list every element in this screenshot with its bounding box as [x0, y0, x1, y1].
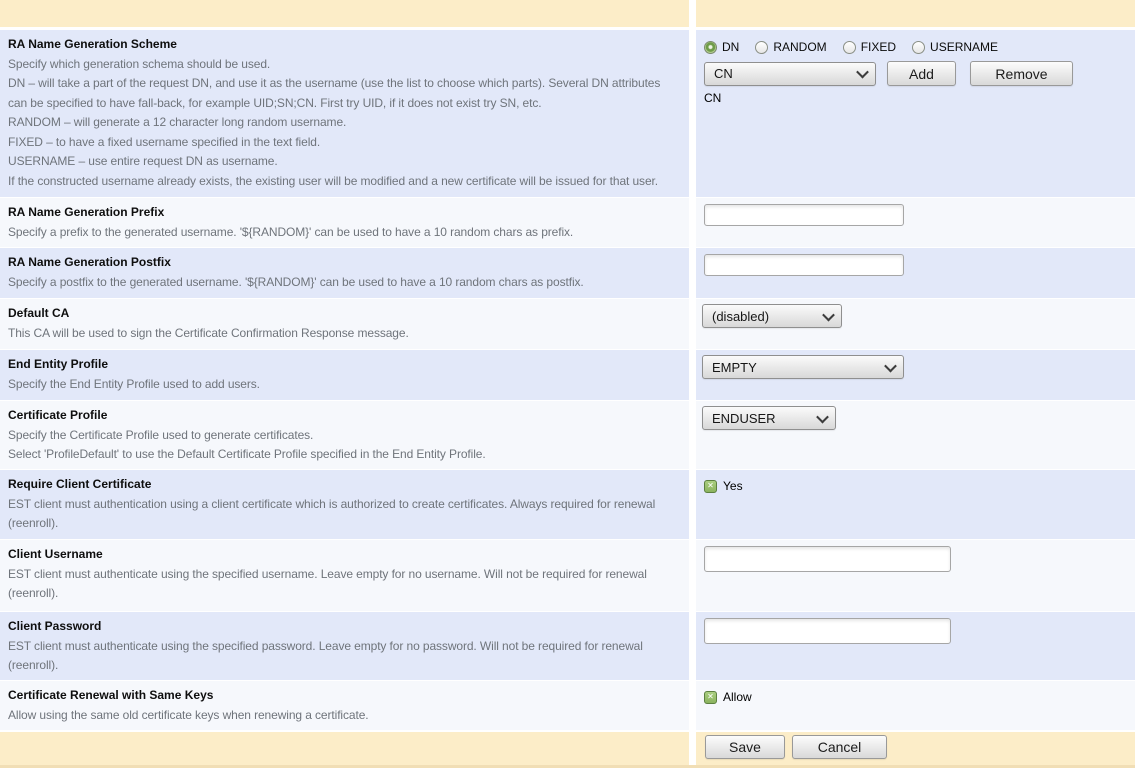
- row-certificate-renewal-same-keys: Certificate Renewal with Same Keys Allow…: [0, 680, 1135, 730]
- setting-description: Allow using the same old certificate key…: [8, 706, 687, 726]
- row-client-username: Client Username EST client must authenti…: [0, 539, 1135, 611]
- row-end-entity-profile: End Entity Profile Specify the End Entit…: [0, 349, 1135, 400]
- setting-description: EST client must authentication using a c…: [8, 495, 687, 534]
- save-button[interactable]: Save: [705, 735, 785, 759]
- certificate-profile-select-value: ENDUSER: [712, 411, 776, 426]
- setting-description: Specify a prefix to the generated userna…: [8, 223, 687, 243]
- chevron-down-icon: [816, 410, 829, 423]
- footer-bar: Save Cancel: [0, 730, 1135, 765]
- row-ra-name-generation-prefix: RA Name Generation Prefix Specify a pref…: [0, 197, 1135, 247]
- setting-description: EST client must authenticate using the s…: [8, 565, 687, 604]
- setting-description: Specify the Certificate Profile used to …: [8, 426, 687, 465]
- setting-title: Require Client Certificate: [8, 475, 687, 495]
- radio-selected-icon[interactable]: [704, 41, 717, 54]
- ra-prefix-input[interactable]: [704, 204, 904, 226]
- row-ra-name-generation-postfix: RA Name Generation Postfix Specify a pos…: [0, 247, 1135, 298]
- checkbox-label: Yes: [723, 479, 743, 493]
- setting-title: Default CA: [8, 304, 687, 324]
- dn-part-select-value: CN: [714, 66, 733, 81]
- client-password-input[interactable]: [704, 618, 951, 644]
- default-ca-select[interactable]: (disabled): [702, 304, 842, 328]
- remove-button[interactable]: Remove: [970, 61, 1073, 86]
- radio-icon[interactable]: [843, 41, 856, 54]
- setting-title: Client Username: [8, 545, 687, 565]
- radio-option-fixed[interactable]: FIXED: [843, 40, 896, 54]
- chevron-down-icon: [822, 308, 835, 321]
- chevron-down-icon: [884, 359, 897, 372]
- radio-label: RANDOM: [773, 40, 826, 54]
- setting-title: RA Name Generation Scheme: [8, 35, 687, 55]
- est-config-table: RA Name Generation Scheme Specify which …: [0, 0, 1135, 765]
- radio-icon[interactable]: [755, 41, 768, 54]
- end-entity-profile-select[interactable]: EMPTY: [702, 355, 904, 379]
- row-default-ca: Default CA This CA will be used to sign …: [0, 298, 1135, 349]
- setting-description: EST client must authenticate using the s…: [8, 637, 687, 676]
- setting-description: This CA will be used to sign the Certifi…: [8, 324, 687, 344]
- row-certificate-profile: Certificate Profile Specify the Certific…: [0, 400, 1135, 469]
- radio-option-random[interactable]: RANDOM: [755, 40, 826, 54]
- default-ca-select-value: (disabled): [712, 309, 769, 324]
- setting-title: RA Name Generation Postfix: [8, 253, 687, 273]
- setting-description: Specify a postfix to the generated usern…: [8, 273, 687, 293]
- setting-title: Certificate Profile: [8, 406, 687, 426]
- checked-checkbox-icon[interactable]: [704, 480, 717, 493]
- setting-description: Specify the End Entity Profile used to a…: [8, 375, 687, 395]
- dn-parts-list: CN: [704, 91, 1135, 105]
- header-bar-left: [0, 0, 689, 27]
- radio-icon[interactable]: [912, 41, 925, 54]
- setting-title: Certificate Renewal with Same Keys: [8, 686, 687, 706]
- name-scheme-radio-group: DN RANDOM FIXED USERNAME: [704, 39, 1135, 55]
- setting-description: Specify which generation schema should b…: [8, 55, 687, 192]
- row-client-password: Client Password EST client must authenti…: [0, 611, 1135, 680]
- setting-title: RA Name Generation Prefix: [8, 203, 687, 223]
- radio-label: USERNAME: [930, 40, 998, 54]
- footer-bar-left: [0, 730, 689, 765]
- radio-option-dn[interactable]: DN: [704, 40, 739, 54]
- header-bar-right: [689, 0, 1135, 27]
- setting-title: Client Password: [8, 617, 687, 637]
- radio-label: FIXED: [861, 40, 896, 54]
- checkbox-label: Allow: [723, 690, 752, 704]
- chevron-down-icon: [856, 66, 869, 79]
- checked-checkbox-icon[interactable]: [704, 691, 717, 704]
- add-button[interactable]: Add: [887, 61, 956, 86]
- dn-part-select[interactable]: CN: [704, 62, 876, 86]
- row-require-client-certificate: Require Client Certificate EST client mu…: [0, 469, 1135, 539]
- row-ra-name-generation-scheme: RA Name Generation Scheme Specify which …: [0, 27, 1135, 197]
- radio-label: DN: [722, 40, 739, 54]
- cancel-button[interactable]: Cancel: [792, 735, 887, 759]
- radio-option-username[interactable]: USERNAME: [912, 40, 998, 54]
- ra-postfix-input[interactable]: [704, 254, 904, 276]
- certificate-profile-select[interactable]: ENDUSER: [702, 406, 836, 430]
- setting-title: End Entity Profile: [8, 355, 687, 375]
- end-entity-profile-select-value: EMPTY: [712, 360, 757, 375]
- table-header-bar: [0, 0, 1135, 27]
- client-username-input[interactable]: [704, 546, 951, 572]
